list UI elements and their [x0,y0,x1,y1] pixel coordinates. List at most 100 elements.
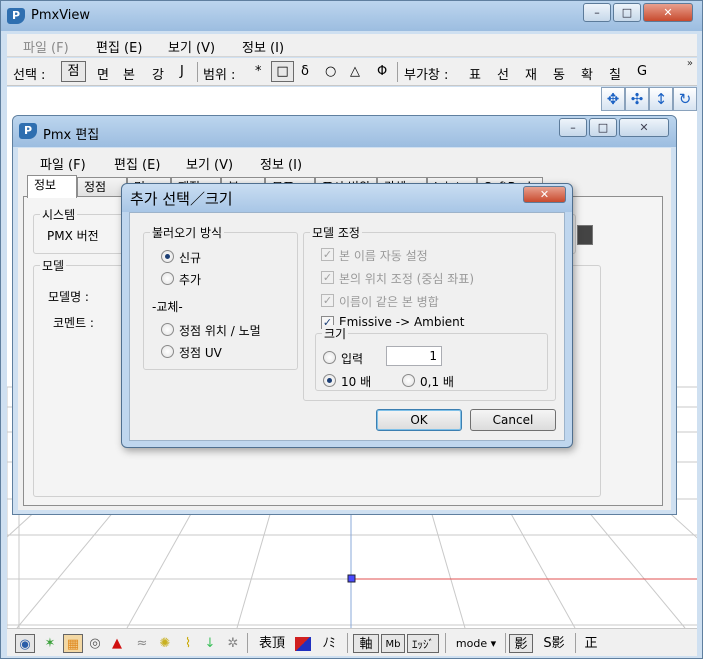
radio-size-input-label: 입력 [341,352,364,366]
system-label: 시스템 [40,206,78,223]
nomi-toggle[interactable]: ﾉﾐ [317,634,341,653]
radio-size-x10-indicator[interactable] [323,374,336,387]
radio-vertex-pos-normal-indicator[interactable] [161,323,174,336]
radio-new-label: 신규 [179,251,202,265]
aux-label: 부가창 : [404,68,449,83]
display-vertex-toggle[interactable]: 表頂 [255,634,289,653]
editor-title: Pmx 편집 [43,128,100,143]
bone-icon[interactable]: ⌇ [181,634,195,653]
radio-new-indicator[interactable] [161,250,174,263]
move-camera-icon[interactable]: ✥ [601,87,625,111]
radio-add-indicator[interactable] [161,272,174,285]
select-label: 선택 : [13,68,46,83]
check-auto-bone-name-label: 본 이름 자동 설정 [339,249,428,263]
toolbar-separator [197,62,198,82]
editor-minimize-icon[interactable]: – [559,118,587,137]
select-vertex-button[interactable]: 점 [61,61,86,82]
editor-menu-view[interactable]: 보기 (V) [186,154,233,173]
main-titlebar[interactable]: P PmxView – □ ✕ [1,1,702,31]
range-circle-button[interactable]: ○ [325,64,336,79]
dialog-titlebar[interactable]: 추가 선택／크기 ✕ [122,184,572,212]
cancel-button[interactable]: Cancel [470,409,556,431]
range-box-button[interactable]: □ [271,61,294,82]
aux-paint-button[interactable]: 칠 [609,64,621,83]
self-shadow-toggle[interactable]: S影 [537,634,571,653]
pmx-version-field[interactable] [577,225,593,245]
menu-info[interactable]: 정보 (I) [242,37,284,56]
aux-g-button[interactable]: G [637,64,647,79]
light-icon[interactable]: ✺ [157,634,173,653]
select-joint-button[interactable]: J [180,64,184,79]
shadow-toggle[interactable]: 影 [509,634,533,653]
dialog-close-icon[interactable]: ✕ [523,186,566,203]
status-separator [575,633,576,653]
radio-size-x01-label: 0,1 배 [420,375,454,389]
minimize-icon[interactable]: – [583,3,611,22]
target-icon[interactable]: ◉ [15,634,35,653]
select-rigid-button[interactable]: 강 [152,64,164,83]
front-view-button[interactable]: 正 [581,634,601,653]
radio-size-x01-indicator[interactable] [402,374,415,387]
check-auto-bone-name-box[interactable]: ✓ [321,248,334,261]
range-label: 범위 : [203,68,236,83]
triangle-icon[interactable]: ▲ [109,634,125,653]
pin-icon[interactable]: ↓ [203,634,217,653]
wave-icon[interactable]: ≈ [133,634,151,653]
status-separator [347,633,348,653]
mode-dropdown[interactable]: mode ▾ [451,634,501,653]
grass-icon[interactable]: ✶ [41,634,59,653]
range-delta-button[interactable]: δ [301,64,309,79]
model-name-label: 모델명 : [48,290,89,304]
app-icon: P [7,8,25,24]
close-icon[interactable]: ✕ [643,3,693,22]
toolbar-overflow-icon[interactable]: » [687,58,693,69]
ok-button[interactable]: OK [376,409,462,431]
menu-file[interactable]: 파일 (F) [23,37,69,56]
check-emissive-ambient-label: Emissive -> Ambient [339,315,465,329]
size-input-field[interactable]: 1 [386,346,442,366]
radio-vertex-uv-indicator[interactable] [161,345,174,358]
range-phi-button[interactable]: Φ [377,64,387,79]
pattern-icon[interactable]: ▦ [63,634,83,653]
color-swatch-icon[interactable] [295,637,311,651]
radio-vertex-uv-label: 정점 UV [179,346,222,360]
aux-material-button[interactable]: 재 [525,64,537,83]
aux-motion-button[interactable]: 동 [553,64,565,83]
status-separator [247,633,248,653]
editor-close-icon[interactable]: ✕ [619,118,669,137]
dialog-body: 불러오기 방식 신규 추가 -교체- 정점 위치 / 노멀 정점 UV 모델 조… [129,212,565,441]
aux-line-button[interactable]: 선 [497,64,509,83]
maximize-icon[interactable]: □ [613,3,641,22]
radio-size-x10-label: 10 배 [341,375,372,389]
main-title: PmxView [31,8,91,23]
main-statusbar: ◉ ✶ ▦ ◎ ▲ ≈ ✺ ⌇ ↓ ✲ 表頂 ﾉﾐ 軸 Mb ｴｯｼﾞ mode… [7,628,697,656]
tab-info[interactable]: 정보 [27,175,77,198]
zoom-icon[interactable]: ↕ [649,87,673,111]
mb-toggle[interactable]: Mb [381,634,405,653]
range-all-button[interactable]: * [255,64,262,79]
pan-icon[interactable]: ✣ [625,87,649,111]
editor-menu-edit[interactable]: 편집 (E) [114,154,160,173]
editor-menu-info[interactable]: 정보 (I) [260,154,302,173]
axis-toggle[interactable]: 軸 [353,634,379,653]
range-triangle-button[interactable]: △ [350,64,360,79]
replace-label: -교체- [152,300,183,314]
tab-vertex[interactable]: 정점 [77,177,127,197]
aux-confirm-button[interactable]: 확 [581,64,593,83]
circle-icon[interactable]: ◎ [87,634,103,653]
edge-toggle[interactable]: ｴｯｼﾞ [407,634,439,653]
select-face-button[interactable]: 면 [97,64,109,83]
check-merge-same-bone-box[interactable]: ✓ [321,294,334,307]
aux-morph-button[interactable]: 표 [469,64,481,83]
radio-size-input-indicator[interactable] [323,351,336,364]
dialog-title: 추가 선택／크기 [130,190,233,208]
editor-maximize-icon[interactable]: □ [589,118,617,137]
menu-view[interactable]: 보기 (V) [168,37,215,56]
rotate-icon[interactable]: ↻ [673,87,697,111]
check-bone-pos-adjust-box[interactable]: ✓ [321,271,334,284]
select-bone-button[interactable]: 본 [123,64,135,83]
gear-icon[interactable]: ✲ [225,634,241,653]
editor-menu-file[interactable]: 파일 (F) [40,154,86,173]
menu-edit[interactable]: 편집 (E) [96,37,142,56]
editor-titlebar[interactable]: P Pmx 편집 – □ ✕ [13,116,676,147]
